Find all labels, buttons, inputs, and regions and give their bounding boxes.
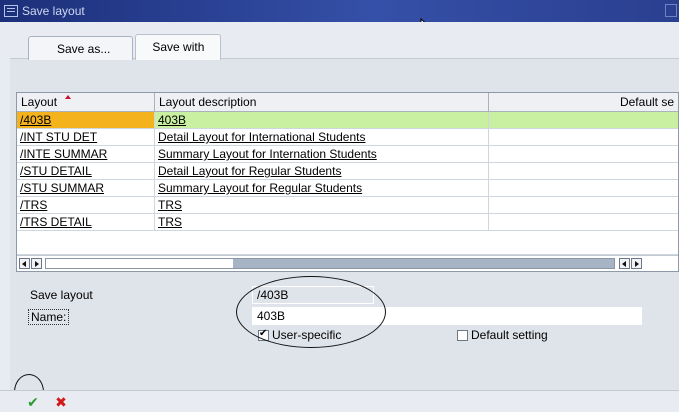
cancel-button[interactable]: ✖ [52,394,70,410]
save-layout-dialog: Save as... Save with Layout Layout descr… [0,22,679,412]
save-layout-label: Save layout [30,288,93,302]
horizontal-scrollbar[interactable] [17,255,678,271]
window-title: Save layout [22,4,85,18]
dialog-toolbar: ✔ ✖ [0,390,679,412]
scroll-left-icon[interactable] [619,258,630,269]
column-header-default-setting[interactable]: Default se [489,93,678,111]
layout-cell[interactable]: /INT STU DET [20,130,97,144]
table-row[interactable]: /TRS DETAIL TRS [17,214,678,231]
table-header: Layout Layout description Default se [17,93,678,112]
scroll-track[interactable] [45,258,615,269]
default-setting-cell [489,214,678,230]
table-row[interactable]: /TRS TRS [17,197,678,214]
default-setting-cell [489,180,678,196]
name-label: Name: [28,309,70,325]
description-cell[interactable]: Detail Layout for International Students [158,130,365,144]
annotation-ellipse [236,276,386,348]
window-titlebar: Save layout [0,0,679,22]
layout-table: Layout Layout description Default se /40… [16,92,679,272]
checkbox-unchecked-icon[interactable] [457,329,468,341]
tab-save-with[interactable]: Save with [135,34,222,60]
scroll-thumb[interactable] [233,259,614,268]
table-row[interactable]: /STU SUMMAR Summary Layout for Regular S… [17,180,678,197]
default-setting-cell [489,112,678,128]
sort-indicator-icon [65,95,72,99]
description-cell[interactable]: TRS [158,215,182,229]
description-cell[interactable]: Summary Layout for Internation Students [158,147,377,161]
table-row[interactable]: /INTE SUMMAR Summary Layout for Internat… [17,146,678,163]
default-setting-label: Default setting [471,328,548,342]
table-row[interactable]: /INT STU DET Detail Layout for Internati… [17,129,678,146]
default-setting-cell [489,129,678,145]
table-empty-area [17,231,678,255]
description-cell[interactable]: 403B [158,113,186,127]
layout-cell[interactable]: /STU SUMMAR [20,181,104,195]
description-cell[interactable]: Summary Layout for Regular Students [158,181,362,195]
tab-strip: Save as... Save with [28,34,223,60]
layout-cell[interactable]: /STU DETAIL [20,164,92,178]
checkmark-icon: ✔ [27,393,39,410]
continue-button[interactable]: ✔ [24,394,42,410]
table-row[interactable]: /STU DETAIL Detail Layout for Regular St… [17,163,678,180]
layout-cell[interactable]: /INTE SUMMAR [20,147,107,161]
scroll-right-icon[interactable] [31,258,42,269]
column-header-description[interactable]: Layout description [155,93,489,111]
layout-cell[interactable]: /TRS DETAIL [20,215,92,229]
default-setting-cell [489,163,678,179]
layout-cell[interactable]: /403B [20,113,51,127]
column-header-layout[interactable]: Layout [17,93,155,111]
default-setting-cell [489,146,678,162]
scroll-last-icon[interactable] [631,258,642,269]
cancel-x-icon: ✖ [55,393,67,410]
layout-cell[interactable]: /TRS [20,198,47,212]
default-setting-cell [489,197,678,213]
description-cell[interactable]: Detail Layout for Regular Students [158,164,341,178]
scroll-first-icon[interactable] [19,258,30,269]
table-row[interactable]: /403B 403B [17,112,678,129]
window-menu-icon[interactable] [4,5,18,17]
tab-save-as[interactable]: Save as... [28,36,134,60]
description-cell[interactable]: TRS [158,198,182,212]
close-window-icon[interactable] [665,4,677,17]
default-setting-checkbox[interactable]: Default setting [457,328,548,342]
